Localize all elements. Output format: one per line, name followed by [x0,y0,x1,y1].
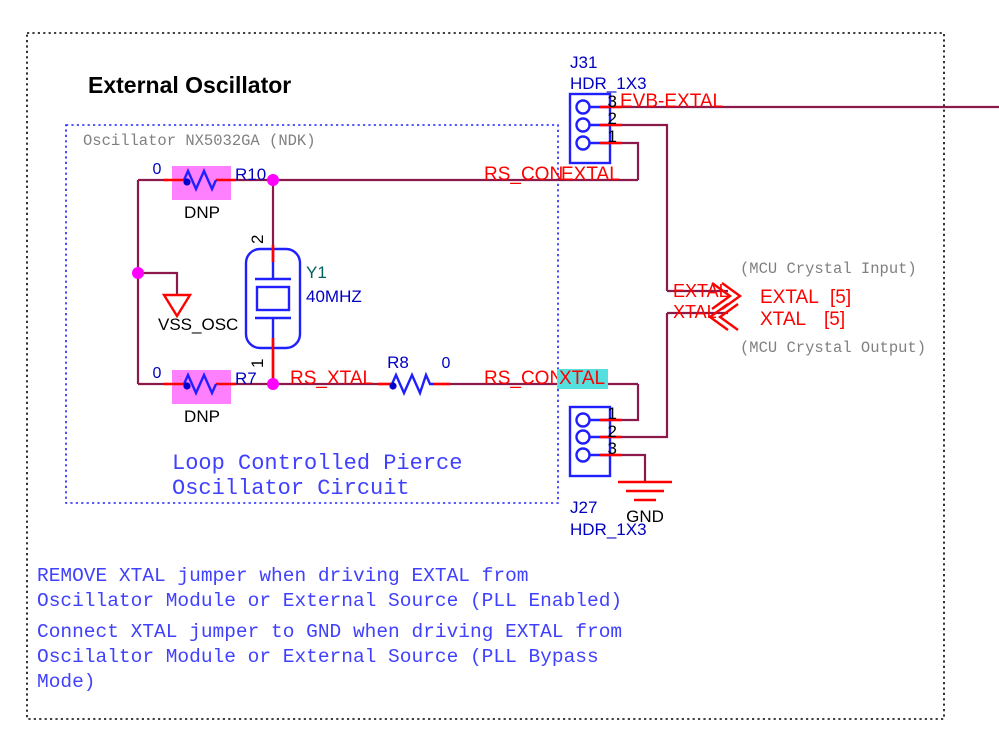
j27-pin3-circle [575,447,591,463]
r10-value: 0 [153,161,162,178]
j31-pin2-circle [575,117,591,133]
port-label-xtal: XTAL [673,302,717,322]
r7-highlight [172,370,231,404]
pierce-note-line1: Loop Controlled Pierce [172,451,462,476]
junction-r10-node [267,174,279,186]
port-name-xtal: XTAL [760,309,806,330]
j31-pin2-number: 2 [608,109,617,128]
j27-ref: J27 [570,498,597,517]
note-line-5: Mode) [37,671,96,693]
r10-pin1-dot [183,178,191,186]
port-comment-output: (MCU Crystal Output) [740,339,926,357]
schematic-sheet: 0 R10 DNP 0 R7 DNP R8 0 2 1 Y1 40MHZ VSS… [0,0,999,750]
j27-pin2-circle [575,429,591,445]
r7-dnp-note: DNP [184,407,220,426]
wire-vss-osc-stub [138,271,179,295]
y1-pin2-number: 2 [248,235,267,244]
r7-pin1-dot [183,382,191,390]
r8-body [390,371,434,397]
y1-ref: Y1 [306,263,327,282]
port-label-extal: EXTAL [673,281,729,301]
r7-value: 0 [153,365,162,382]
note-line-1: REMOVE XTAL jumper when driving EXTAL fr… [37,565,528,587]
wire-j31-pin2-route [604,123,669,291]
note-line-2: Oscillator Module or External Source (PL… [37,590,622,612]
r8-ref: R8 [387,353,409,372]
junction-vss-node [132,267,144,279]
vss-osc-label: VSS_OSC [158,315,238,334]
j27-pin3-number: 3 [608,439,617,458]
net-label-rs-con-extal: RS_CON [484,164,563,185]
port-name-extal: EXTAL [760,287,819,308]
note-line-3: Connect XTAL jumper to GND when driving … [37,621,622,643]
net-label-xtal: XTAL [559,368,605,389]
r8-value: 0 [442,355,451,372]
j31-ref: J31 [570,53,597,72]
junction-r7-node [267,378,279,390]
j31-pin1-number: 1 [608,127,617,146]
r7-ref: R7 [235,369,257,388]
note-line-4: Oscilaltor Module or External Source (PL… [37,646,599,668]
port-ref-xtal: [5] [824,309,845,330]
oscillator-box-caption: Oscillator NX5032GA (NDK) [83,132,316,150]
vss-osc-arrow-icon [161,293,193,319]
r10-dnp-note: DNP [184,203,220,222]
port-ref-extal: [5] [830,287,851,308]
port-comment-input: (MCU Crystal Input) [740,260,917,278]
net-label-extal: EXTAL [561,164,620,185]
r10-ref: R10 [235,165,266,184]
pierce-note-line2: Oscillator Circuit [172,476,410,501]
gnd-label: GND [626,507,664,526]
y1-element [255,285,291,312]
net-label-rs-xtal: RS_XTAL [290,368,373,389]
r10-highlight [172,166,231,200]
y1-value: 40MHZ [306,287,362,306]
net-label-rs-con-xtal: RS_CON [484,368,563,389]
j27-pin1-number: 1 [608,404,617,423]
page-title: External Oscillator [88,72,291,98]
j27-pin1-circle [575,412,591,428]
y1-pin1-number: 1 [248,359,267,368]
net-label-evb-extal: EVB-EXTAL [620,91,723,112]
j31-pin3-circle [575,99,591,115]
r8-pin1-dot [389,382,397,390]
j31-pin1-circle [575,135,591,151]
